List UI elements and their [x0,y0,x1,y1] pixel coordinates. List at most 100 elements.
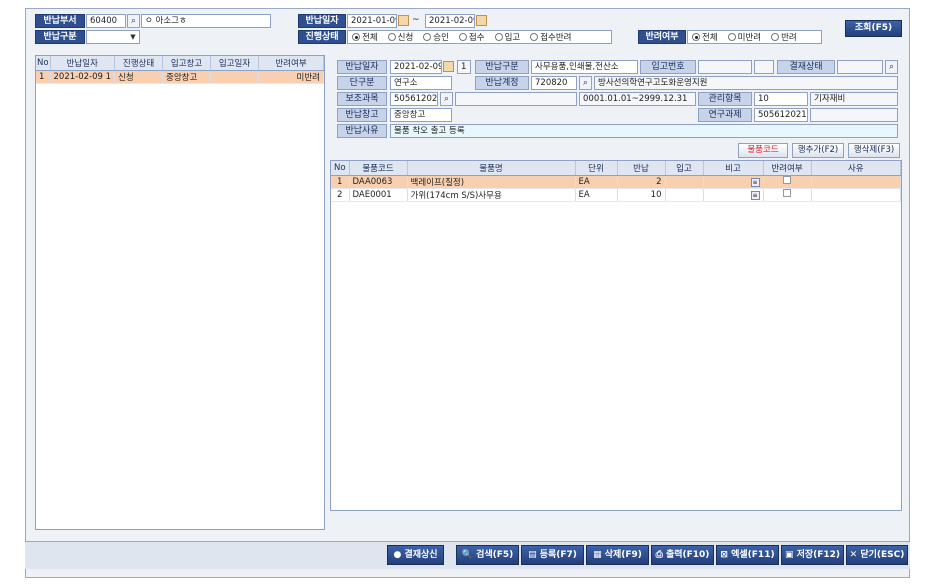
cell [210,70,260,84]
table-row[interactable]: 2 DAE0001 가위(174cm S/S)사무용 EA 10 ≡ [331,188,901,202]
date-to-input[interactable]: 2021-02-09 [425,14,475,28]
col-header[interactable]: 입고일자 [210,56,260,71]
add-row-button[interactable]: 행추가(F2) [792,143,844,158]
cell[interactable]: 2 [617,175,666,189]
account-search-icon[interactable]: ⌕ [579,76,592,90]
memo-icon[interactable]: ≡ [750,177,760,187]
status-radio-approve[interactable]: 승인 [423,31,449,43]
unit-label: 단구분 [337,76,387,90]
delete-row-button[interactable]: 행삭제(F3) [848,143,900,158]
table-row[interactable]: 1 DAA0063 백레이프(질정) EA 2 ≡ [331,175,901,189]
project-extra-field [810,108,898,122]
items-grid-panel: No 물품코드 물품명 단위 반납 입고 비고 반려여부 사유 1 DAA006… [330,160,902,511]
subject-search-icon[interactable]: ⌕ [440,92,453,106]
subject-label: 보조과목 [337,92,387,106]
approval-label: 결재상태 [777,60,835,74]
cell: 미반려 [258,70,324,84]
status-radio-rejected[interactable]: 접수반려 [530,31,571,43]
approval-submit-button[interactable]: ● 결재상신 [387,545,444,565]
account-name-field: 방사선의학연구고도화운영지원 [594,76,898,90]
col-header[interactable]: 입고창고 [162,56,212,71]
calendar-icon[interactable] [443,61,454,72]
items-table: No 물품코드 물품명 단위 반납 입고 비고 반려여부 사유 1 DAA006… [331,161,901,202]
cell: DAA0063 [349,175,408,189]
cell: 1 [331,175,350,189]
cell: 백레이프(질정) [407,175,576,189]
subject-code-input[interactable]: 505612021 [390,92,438,106]
subject-name-field [455,92,577,106]
reject-checkbox[interactable] [783,176,791,184]
calendar-icon[interactable] [398,15,409,26]
cell: 1 [36,70,51,84]
col-header[interactable]: 반납일자 [50,56,116,71]
print-button[interactable]: ⎙ 출력(F10) [651,545,714,565]
cell: 신청 [114,70,164,84]
excel-button[interactable]: ⊠ 엑셀(F11) [716,545,779,565]
save-button[interactable]: ▣ 저장(F12) [781,545,844,565]
project-label: 연구과제 [698,108,752,122]
col-header[interactable]: 사유 [811,161,901,176]
reason-input[interactable]: 물품 착오 출고 등록 [390,124,898,138]
unit-select[interactable]: 연구소 [390,76,452,90]
approval-field [837,60,883,74]
warehouse-select[interactable]: 중앙창고 [390,108,452,122]
col-header[interactable]: 물품코드 [349,161,408,176]
dept-name-input[interactable]: ㅇ 아소그ㅎ [141,14,271,28]
search-button[interactable]: 조회(F5) [845,20,902,37]
account-label: 반납계정 [475,76,529,90]
seq-field: 1 [457,60,471,74]
reject-checkbox[interactable] [783,189,791,197]
calendar-icon[interactable] [476,15,487,26]
close-button[interactable]: ✕ 닫기(ESC) [846,545,908,565]
status-radio-receive[interactable]: 접수 [458,31,485,43]
cell: EA [575,188,618,202]
project-field[interactable]: 505612021 [754,108,808,122]
col-header[interactable]: 반려여부 [258,56,324,71]
item-code-button[interactable]: 물품코드 [738,143,788,158]
return-date-input[interactable]: 2021-02-09 [390,60,442,74]
warehouse-label: 반납창고 [337,108,387,122]
register-button[interactable]: ▤ 등록(F7) [521,545,584,565]
col-header[interactable]: 단위 [575,161,618,176]
dept-search-icon[interactable]: ⌕ [127,14,140,28]
cell[interactable]: ≡ [703,175,764,189]
dept-code-input[interactable]: 60400 [86,14,126,28]
mgmt-code-input[interactable]: 10 [754,92,808,106]
return-type-label: 반납구분 [35,30,85,44]
col-header[interactable]: 반려여부 [763,161,812,176]
account-code-input[interactable]: 720820 [531,76,577,90]
reject-radio-all[interactable]: 전체 [692,31,718,43]
memo-icon[interactable]: ≡ [750,190,760,200]
col-header[interactable]: 반납 [617,161,666,176]
col-header[interactable]: 입고 [665,161,704,176]
period-field: 0001.01.01~2999.12.31 [579,92,696,106]
cell[interactable]: 10 [617,188,666,202]
search-f5-button[interactable]: 🔍 검색(F5) [456,545,519,565]
cell[interactable]: ≡ [703,188,764,202]
status-radio-group: 전체 신청 승인 접수 입고 접수반려 [347,30,612,44]
cell: 2 [331,188,350,202]
cell: 2021-02-09 1 [50,70,116,84]
col-header[interactable]: 진행상태 [114,56,164,71]
date-separator: ~ [412,15,420,25]
status-radio-all[interactable]: 전체 [352,31,378,43]
cell[interactable] [763,175,812,189]
col-header[interactable]: No [36,56,51,71]
reject-radio-none[interactable]: 미반려 [727,31,761,43]
delete-button[interactable]: ▦ 삭제(F9) [586,545,649,565]
receipt-no-extra [754,60,774,74]
date-from-input[interactable]: 2021-01-09 [347,14,397,28]
cell: EA [575,175,618,189]
detail-return-type-select[interactable]: 사무용품,인쇄물,전산소 [531,60,638,74]
reject-label: 반려여부 [638,30,686,44]
col-header[interactable]: 물품명 [407,161,576,176]
approval-search-icon[interactable]: ⌕ [885,60,898,74]
col-header[interactable]: 비고 [703,161,764,176]
status-radio-stock[interactable]: 입고 [494,31,520,43]
table-row[interactable]: 1 2021-02-09 1 신청 중앙창고 미반려 [36,70,324,84]
reject-radio-yes[interactable]: 반려 [771,31,797,43]
cell[interactable] [763,188,812,202]
col-header[interactable]: No [331,161,350,176]
chevron-down-icon[interactable]: ▼ [128,32,138,42]
status-radio-request[interactable]: 신청 [387,31,413,43]
